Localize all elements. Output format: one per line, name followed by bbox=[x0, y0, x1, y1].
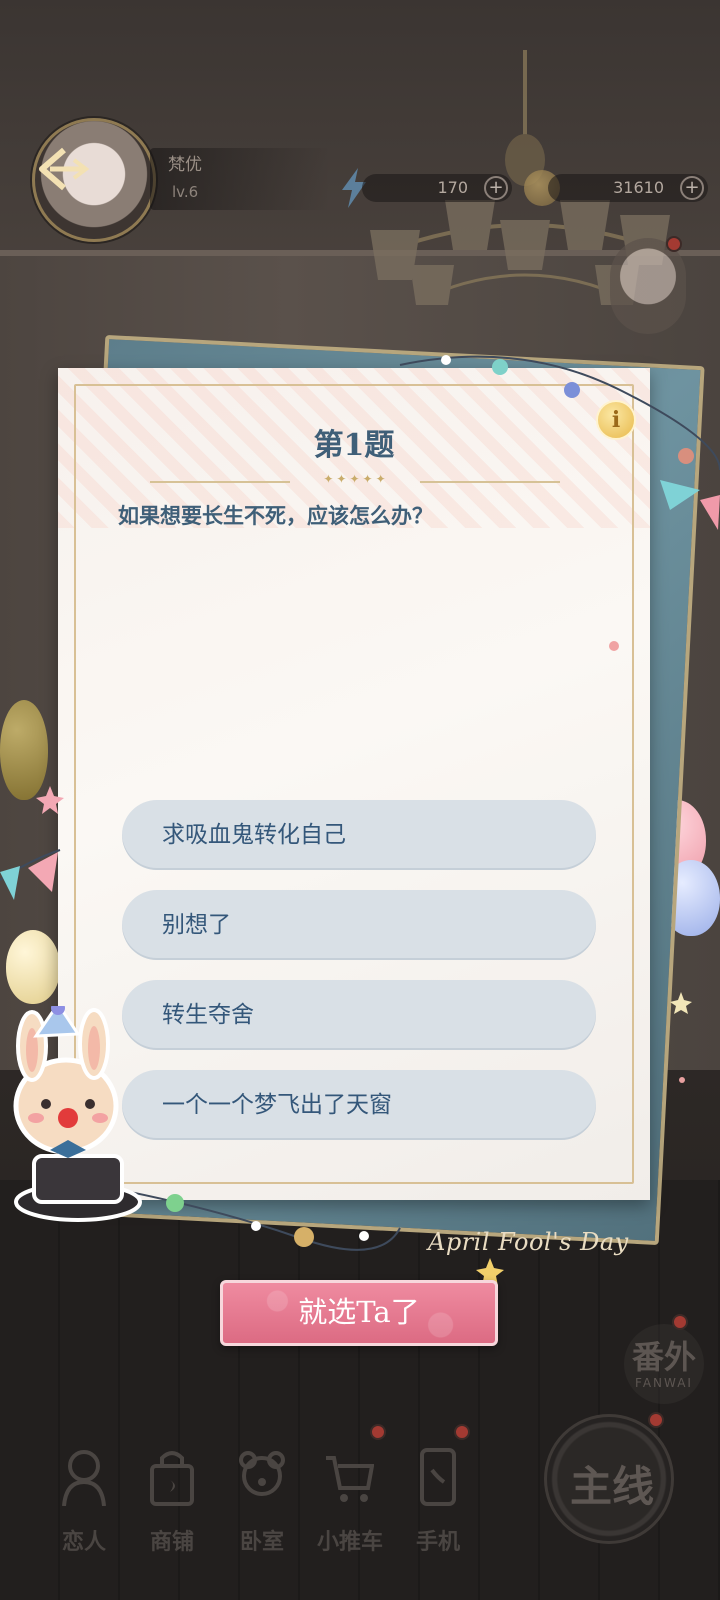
phone-icon bbox=[420, 1448, 456, 1506]
notification-dot bbox=[666, 236, 682, 252]
coin-value: 31610 bbox=[613, 178, 664, 197]
title-divider-ornament: ✦✦✦✦✦ bbox=[323, 472, 389, 486]
main-story-button[interactable]: 主线 bbox=[544, 1414, 674, 1544]
nav-lover[interactable]: 恋人 bbox=[40, 1448, 128, 1558]
energy-value: 170 bbox=[437, 178, 468, 197]
player-name: 梵优 bbox=[168, 155, 202, 175]
bunny-mascot bbox=[13, 1006, 142, 1222]
main-story-label: 主线 bbox=[569, 1462, 654, 1511]
notification-dot bbox=[648, 1412, 664, 1428]
coin-counter: 31610 + bbox=[548, 174, 708, 202]
notification-dot bbox=[370, 1424, 386, 1440]
question-number: 第1题 bbox=[313, 428, 395, 463]
balloon-decoration bbox=[0, 700, 48, 800]
cart-icon bbox=[326, 1456, 374, 1502]
person-icon bbox=[62, 1450, 106, 1506]
info-icon[interactable]: i bbox=[596, 400, 636, 440]
nav-label: 商铺 bbox=[149, 1529, 194, 1555]
question-text: 如果想要长生不死，应该怎么办？ bbox=[118, 504, 433, 528]
player-level: lv.6 bbox=[172, 183, 199, 201]
add-coin-button[interactable]: + bbox=[680, 176, 704, 200]
character-shortcut-avatar[interactable] bbox=[610, 238, 686, 334]
nav-label: 卧室 bbox=[239, 1529, 284, 1555]
nav-shop[interactable]: 商铺 bbox=[128, 1448, 216, 1558]
back-arrow-icon[interactable] bbox=[34, 146, 94, 192]
shopping-bag-icon bbox=[150, 1451, 194, 1506]
nav-label: 小推车 bbox=[316, 1529, 383, 1555]
nav-phone[interactable]: 手机 bbox=[394, 1448, 482, 1558]
notification-dot bbox=[454, 1424, 470, 1440]
nav-cart[interactable]: 小推车 bbox=[306, 1448, 394, 1558]
april-fools-script: April Fool's Day bbox=[428, 1228, 629, 1256]
title-divider-right bbox=[420, 481, 560, 483]
side-story-button[interactable]: 番外 FANWAI bbox=[624, 1324, 704, 1404]
title-divider-left bbox=[150, 481, 290, 483]
answer-option-4[interactable]: 一个一个梦飞出了天窗 bbox=[122, 1070, 596, 1140]
nav-label: 恋人 bbox=[61, 1529, 106, 1555]
side-story-label: 番外 bbox=[631, 1338, 696, 1376]
answer-option-1[interactable]: 求吸血鬼转化自己 bbox=[122, 800, 596, 870]
notification-dot bbox=[672, 1314, 688, 1330]
side-story-label-en: FANWAI bbox=[635, 1376, 693, 1390]
nav-bedroom[interactable]: 卧室 bbox=[218, 1448, 306, 1558]
answer-option-2[interactable]: 别想了 bbox=[122, 890, 596, 960]
confirm-answer-button[interactable]: 就选Ta了 bbox=[220, 1280, 498, 1346]
add-energy-button[interactable]: + bbox=[484, 176, 508, 200]
answer-option-3[interactable]: 转生夺舍 bbox=[122, 980, 596, 1050]
balloon-decoration bbox=[6, 930, 60, 1004]
energy-counter: 170 + bbox=[362, 174, 512, 202]
nav-label: 手机 bbox=[415, 1529, 460, 1555]
bear-icon bbox=[239, 1451, 285, 1496]
